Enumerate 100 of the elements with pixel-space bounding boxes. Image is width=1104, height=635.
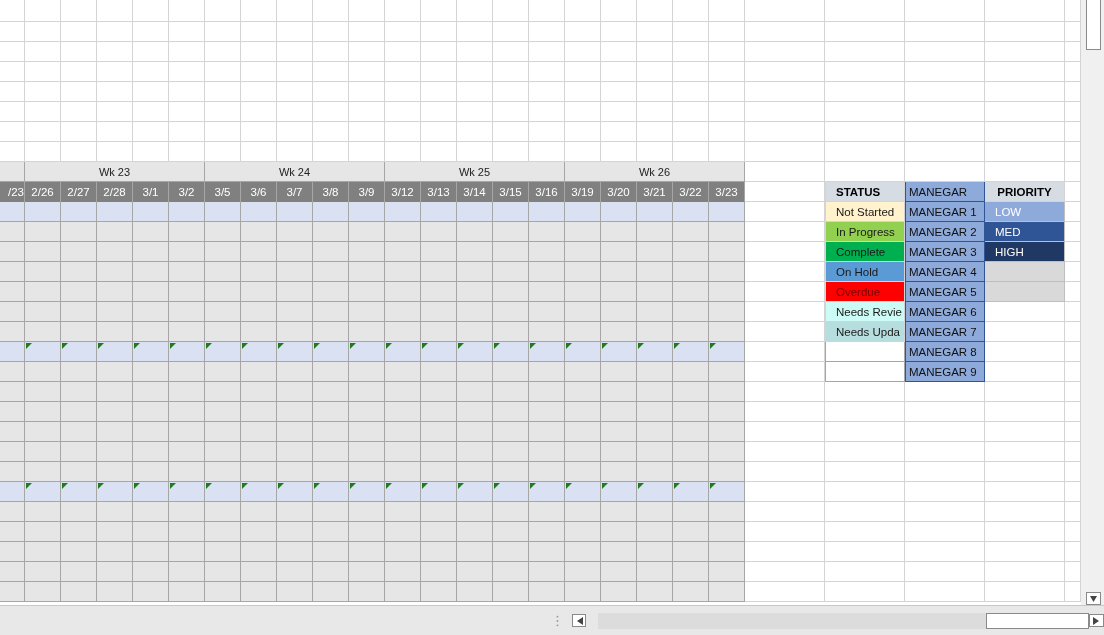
empty-cell bbox=[277, 62, 313, 82]
empty-cell bbox=[241, 0, 277, 22]
empty-cell bbox=[205, 122, 241, 142]
flag-marker bbox=[386, 343, 392, 349]
scroll-down-button[interactable] bbox=[1086, 592, 1101, 605]
flag-marker bbox=[62, 483, 68, 489]
empty-cell bbox=[241, 62, 277, 82]
flag-marker bbox=[314, 343, 320, 349]
flag-marker bbox=[566, 483, 572, 489]
empty-cell bbox=[493, 62, 529, 82]
empty-cell bbox=[25, 62, 61, 82]
flag-marker bbox=[530, 483, 536, 489]
task-cell bbox=[0, 382, 25, 402]
flag-marker bbox=[170, 483, 176, 489]
empty-cell bbox=[169, 0, 205, 22]
empty-cell bbox=[565, 102, 601, 122]
date-header: 3/16 bbox=[529, 182, 565, 202]
empty-cell bbox=[709, 0, 745, 22]
empty-cell bbox=[313, 42, 349, 62]
date-header: 3/12 bbox=[385, 182, 421, 202]
empty-cell bbox=[0, 22, 25, 42]
empty-cell bbox=[637, 22, 673, 42]
empty-cell bbox=[313, 122, 349, 142]
caret-right-icon bbox=[1093, 616, 1101, 625]
empty-cell bbox=[205, 82, 241, 102]
date-header: 3/6 bbox=[241, 182, 277, 202]
flag-marker bbox=[62, 343, 68, 349]
empty-cell bbox=[349, 62, 385, 82]
week-header: Wk 25 bbox=[385, 162, 565, 182]
flag-marker bbox=[494, 483, 500, 489]
empty-cell bbox=[97, 22, 133, 42]
scrollbar-thumb[interactable] bbox=[986, 612, 1090, 629]
empty-cell bbox=[313, 62, 349, 82]
date-header: 3/8 bbox=[313, 182, 349, 202]
empty-cell bbox=[529, 42, 565, 62]
empty-cell bbox=[61, 0, 97, 22]
empty-cell bbox=[421, 22, 457, 42]
empty-cell bbox=[601, 102, 637, 122]
empty-cell bbox=[0, 82, 25, 102]
flag-marker bbox=[242, 343, 248, 349]
empty-cell bbox=[241, 22, 277, 42]
date-header: 3/5 bbox=[205, 182, 241, 202]
status-label: Needs Upda bbox=[825, 322, 905, 342]
empty-cell bbox=[277, 0, 313, 22]
flag-marker bbox=[134, 343, 140, 349]
empty-cell bbox=[457, 82, 493, 102]
flag-marker bbox=[710, 343, 716, 349]
date-header: 3/22 bbox=[673, 182, 709, 202]
flag-marker bbox=[98, 483, 104, 489]
empty-cell bbox=[637, 62, 673, 82]
empty-cell bbox=[421, 42, 457, 62]
empty-cell bbox=[529, 62, 565, 82]
flag-marker bbox=[350, 343, 356, 349]
date-header: 3/14 bbox=[457, 182, 493, 202]
scroll-left-button[interactable] bbox=[571, 614, 587, 627]
date-header: 2/26 bbox=[25, 182, 61, 202]
manager-label: MANEGAR 9 bbox=[905, 362, 985, 382]
task-cell bbox=[0, 502, 25, 522]
task-cell bbox=[0, 442, 25, 462]
caret-down-icon bbox=[1090, 594, 1097, 603]
empty-cell bbox=[457, 22, 493, 42]
scroll-right-button[interactable] bbox=[1089, 614, 1104, 627]
flag-marker bbox=[278, 483, 284, 489]
empty-cell bbox=[493, 82, 529, 102]
empty-cell bbox=[205, 0, 241, 22]
flag-marker bbox=[530, 343, 536, 349]
empty-cell bbox=[61, 82, 97, 102]
empty-cell bbox=[601, 122, 637, 142]
empty-cell bbox=[133, 0, 169, 22]
empty-cell bbox=[529, 0, 565, 22]
task-cell bbox=[0, 542, 25, 562]
empty-cell bbox=[529, 82, 565, 102]
empty-cell bbox=[205, 102, 241, 122]
column-header: PRIORITY bbox=[985, 182, 1065, 202]
task-cell bbox=[0, 462, 25, 482]
empty-cell bbox=[709, 102, 745, 122]
empty-cell bbox=[277, 22, 313, 42]
flag-marker bbox=[242, 483, 248, 489]
empty-cell bbox=[673, 42, 709, 62]
empty-cell bbox=[349, 42, 385, 62]
task-cell bbox=[0, 422, 25, 442]
scrollbar-thumb[interactable] bbox=[1086, 0, 1101, 50]
flag-marker bbox=[422, 483, 428, 489]
empty-cell bbox=[349, 122, 385, 142]
empty-cell bbox=[313, 102, 349, 122]
empty-cell bbox=[277, 42, 313, 62]
empty-cell bbox=[97, 122, 133, 142]
flag-marker bbox=[386, 483, 392, 489]
empty-cell bbox=[493, 102, 529, 122]
empty-cell bbox=[241, 102, 277, 122]
empty-cell bbox=[97, 62, 133, 82]
empty-cell bbox=[385, 42, 421, 62]
date-header: 2/28 bbox=[97, 182, 133, 202]
date-header: 3/20 bbox=[601, 182, 637, 202]
empty-cell bbox=[673, 22, 709, 42]
empty-cell bbox=[25, 0, 61, 22]
task-cell bbox=[0, 302, 25, 322]
date-header: 3/2 bbox=[169, 182, 205, 202]
empty-cell bbox=[493, 22, 529, 42]
empty-cell bbox=[529, 22, 565, 42]
